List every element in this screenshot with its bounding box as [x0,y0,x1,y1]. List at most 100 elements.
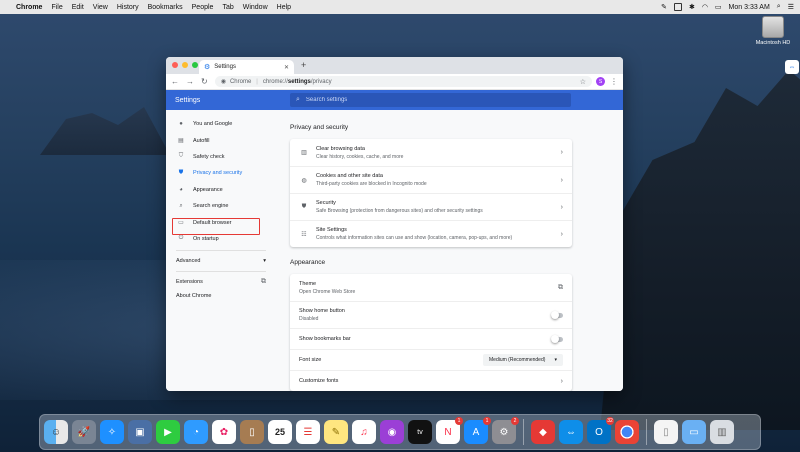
sidebar-item-label: Search engine [193,203,229,210]
site-settings-row[interactable]: ☷ Site Settings Controls what informatio… [290,220,572,247]
menu-bookmarks[interactable]: Bookmarks [148,4,183,11]
tab-strip: ⚙ Settings ✕ + [166,57,623,74]
battery-icon[interactable]: ▭ [715,3,722,11]
downloads-folder-icon[interactable]: ▭ [682,420,706,444]
menu-help[interactable]: Help [277,4,291,11]
home-button-row[interactable]: Show home button Disabled [290,301,572,328]
settings-search[interactable]: ⌕ [290,93,571,107]
status-icon[interactable] [673,3,682,11]
forward-arrow-icon[interactable]: → [186,77,194,86]
menu-edit[interactable]: Edit [72,4,84,11]
back-arrow-icon[interactable]: ← [171,77,179,86]
profile-avatar[interactable]: S [596,77,605,86]
font-size-select[interactable]: Medium (Recommended) ▾ [483,354,563,366]
sidebar-extensions[interactable]: Extensions ⧉ [166,275,276,289]
tab-settings[interactable]: ⚙ Settings ✕ [199,60,294,74]
pen-icon[interactable]: ✎ [661,3,667,11]
site-info-icon[interactable]: ◉ [221,78,226,85]
calendar-icon[interactable]: 25 [268,420,292,444]
bookmark-star-icon[interactable]: ☆ [580,78,586,86]
teamviewer-side-icon[interactable]: ⇔ [785,60,799,74]
menu-file[interactable]: File [51,4,62,11]
row-title: Customize fonts [299,378,339,384]
security-row[interactable]: ⛊ Security Safe Browsing (protection fro… [290,193,572,220]
settings-sidebar: ● You and Google ▤ Autofill ⛉ Safety che… [166,110,276,391]
chevron-right-icon: › [560,203,563,211]
row-subtitle: Safe Browsing (protection from dangerous… [316,208,483,214]
teamviewer-icon[interactable]: ⇔ [559,420,583,444]
url-prefix: chrome:// [262,78,288,85]
sidebar-item-search-engine[interactable]: ⌕ Search engine [166,198,276,214]
reminders-icon[interactable]: ☰ [296,420,320,444]
clear-browsing-data-row[interactable]: ▥ Clear browsing data Clear history, coo… [290,139,572,166]
menu-people[interactable]: People [192,4,214,11]
messages-icon[interactable]: ◔ [184,420,208,444]
news-icon[interactable]: N1 [436,417,463,444]
home-button-toggle[interactable] [551,311,563,319]
bookmarks-bar-row[interactable]: Show bookmarks bar [290,328,572,349]
theme-row[interactable]: Theme Open Chrome Web Store ⧉ [290,274,572,301]
window-controls [172,62,198,68]
row-title: Security [316,200,336,206]
sidebar-item-safety-check[interactable]: ⛉ Safety check [166,149,276,165]
menu-tab[interactable]: Tab [222,4,233,11]
app-store-icon[interactable]: A1 [464,417,491,444]
macintosh-hd-desktop-icon[interactable]: Macintosh HD [753,16,793,46]
reload-icon[interactable]: ↻ [201,77,208,86]
sidebar-item-appearance[interactable]: ◕ Appearance [166,182,276,198]
safari-icon[interactable]: ✧ [100,420,124,444]
bluetooth-icon[interactable]: ✱ [689,3,695,11]
menu-history[interactable]: History [117,4,139,11]
shield-icon: ⛊ [301,203,307,210]
menu-view[interactable]: View [93,4,108,11]
new-tab-button[interactable]: + [301,60,306,70]
music-icon[interactable]: ♫ [352,420,376,444]
finder-icon[interactable]: ☺ [44,420,68,444]
contacts-icon[interactable]: ▯ [240,420,264,444]
menu-app-name[interactable]: Chrome [16,4,42,11]
url-suffix: /privacy [310,78,332,85]
facetime-icon[interactable]: ▶ [156,420,180,444]
close-tab-icon[interactable]: ✕ [284,64,289,71]
menu-clock[interactable]: Mon 3:33 AM [729,4,770,11]
photos-icon[interactable]: ✿ [212,420,236,444]
sidebar-item-privacy-and-security[interactable]: ⛊ Privacy and security [166,165,276,181]
chrome-menu-icon[interactable]: ⋮ [610,77,618,86]
customize-fonts-row[interactable]: Customize fonts › [290,370,572,391]
photo-booth-icon[interactable]: ▣ [128,420,152,444]
palette-icon: ◕ [179,186,183,193]
chevron-right-icon: › [560,149,563,156]
wifi-icon[interactable]: ◠ [702,3,708,11]
settings-search-input[interactable] [305,97,546,103]
row-subtitle: Third-party cookies are blocked in Incog… [316,181,427,187]
chrome-icon[interactable] [615,420,639,444]
sidebar-item-label: Appearance [193,186,223,193]
appearance-card: Theme Open Chrome Web Store ⧉ Show home … [290,274,572,391]
sidebar-advanced[interactable]: Advanced ▾ [166,254,276,268]
omnibox[interactable]: ◉ Chrome | chrome://settings/privacy ☆ [214,76,592,87]
podcasts-icon[interactable]: ◉ [380,420,404,444]
document-icon[interactable]: ▯ [654,420,678,444]
bookmarks-bar-toggle[interactable] [551,335,563,343]
apple-tv-icon[interactable]: tv [408,420,432,444]
outlook-icon[interactable]: O 32 [587,417,614,444]
anydesk-icon[interactable]: ◆ [531,420,555,444]
trash-icon[interactable]: ▥ [710,420,734,444]
system-preferences-icon[interactable]: ⚙ 2 [492,417,519,444]
close-window-button[interactable] [172,62,178,68]
row-title: Font size [299,357,322,363]
row-title: Theme [299,280,317,287]
app-store-badge: 1 [483,417,491,425]
sidebar-item-you-and-google[interactable]: ● You and Google [166,116,276,132]
notes-icon[interactable]: ✎ [324,420,348,444]
launchpad-icon[interactable]: 🚀 [72,420,96,444]
zoom-window-button[interactable] [192,62,198,68]
cookies-row[interactable]: ◍ Cookies and other site data Third-part… [290,166,572,193]
control-center-icon[interactable]: ☰ [788,3,794,11]
sidebar-about-chrome[interactable]: About Chrome [166,289,276,303]
menu-window[interactable]: Window [243,4,268,11]
spotlight-icon[interactable]: ⌕ [777,3,781,11]
sidebar-item-autofill[interactable]: ▤ Autofill [166,132,276,148]
row-title: Site Settings [316,227,347,233]
minimize-window-button[interactable] [182,62,188,68]
